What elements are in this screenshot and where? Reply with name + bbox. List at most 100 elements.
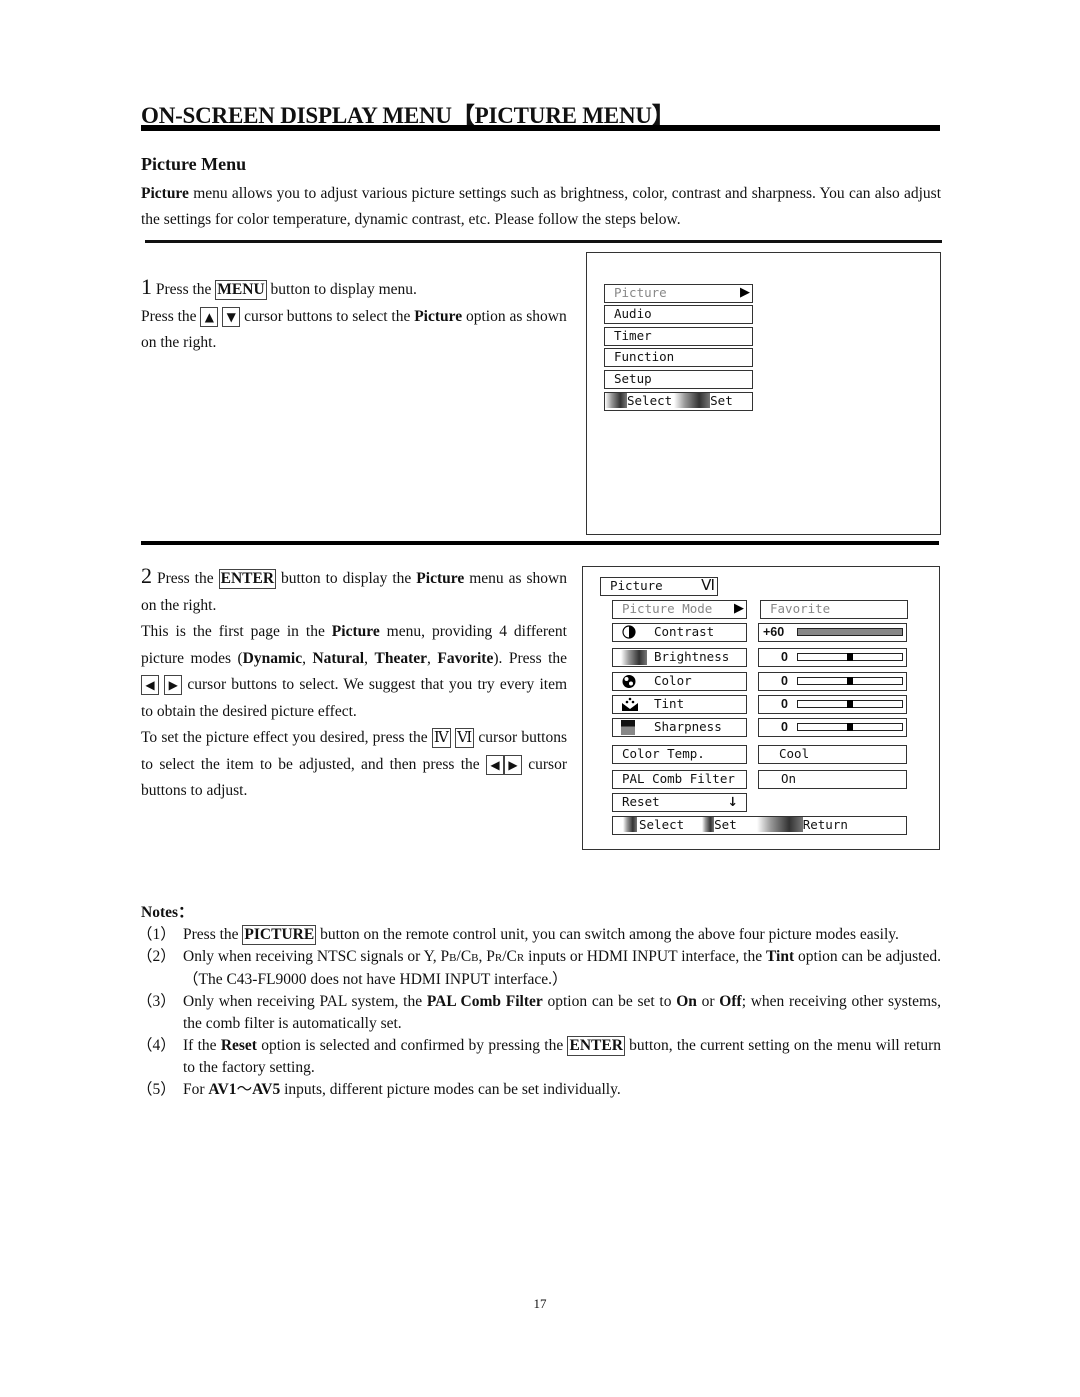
- slider-knob[interactable]: [847, 653, 853, 661]
- enter-key: ENTER: [567, 1036, 625, 1056]
- adjust-value-sharpness[interactable]: 0: [758, 718, 907, 737]
- picture-mode-item[interactable]: Picture Mode ▶: [612, 600, 747, 619]
- value-slider[interactable]: [797, 723, 903, 731]
- section-intro: Picture menu allows you to adjust variou…: [141, 181, 941, 233]
- bold-text: Reset: [220, 1037, 257, 1054]
- note-number: （3）: [137, 993, 176, 1010]
- reset-item[interactable]: Reset ↓: [612, 793, 747, 812]
- text: cursor buttons to select. We suggest tha…: [141, 676, 567, 720]
- right-arrow-icon: ▶: [740, 285, 750, 300]
- notes-title: Notes：: [141, 904, 194, 921]
- color-temp-value[interactable]: Cool: [758, 745, 907, 764]
- menu-item-label: Setup: [614, 371, 652, 386]
- text: ～: [236, 1081, 253, 1098]
- item-label: Brightness: [654, 649, 730, 664]
- text: Press the: [152, 570, 219, 587]
- pal-comb-filter-value[interactable]: On: [758, 770, 907, 789]
- bold-text: Picture: [331, 623, 380, 640]
- item-label: Color Temp.: [622, 746, 705, 761]
- menu-item-audio[interactable]: Audio: [604, 305, 753, 324]
- right-arrow-icon: ▶: [734, 601, 744, 616]
- text: button to display menu.: [266, 281, 417, 298]
- left-arrow-key-icon: ◀: [141, 675, 159, 696]
- page-number: 17: [533, 1296, 547, 1311]
- adjust-value-tint[interactable]: 0: [758, 695, 907, 714]
- text: inputs, different picture modes can be s…: [280, 1081, 621, 1098]
- menu-footer: Select Set: [604, 392, 753, 411]
- bold-text: Picture: [414, 307, 463, 325]
- contrast-icon: [621, 625, 637, 643]
- right-arrow-key-icon: ▶: [164, 675, 183, 696]
- item-label: Color: [654, 673, 692, 688]
- sharpness-icon: [621, 720, 635, 735]
- set-key-icon: [674, 393, 711, 408]
- menu-item-timer[interactable]: Timer: [604, 327, 753, 346]
- bold-text: AV1: [208, 1081, 237, 1098]
- text: Only when receiving NTSC signals or Y, P: [183, 948, 450, 965]
- adjust-item-brightness[interactable]: Brightness: [612, 648, 747, 667]
- color-icon: [621, 674, 637, 693]
- menu-item-function[interactable]: Function: [604, 348, 753, 367]
- text: If the: [183, 1037, 221, 1054]
- item-value: Cool: [779, 746, 810, 761]
- text: or: [696, 993, 720, 1010]
- item-value: 0: [781, 697, 788, 711]
- text: B: [471, 952, 479, 964]
- menu-title-label: Picture: [610, 578, 663, 593]
- text: button to display the: [276, 570, 417, 587]
- value-slider[interactable]: [797, 628, 903, 636]
- text: For: [183, 1081, 209, 1098]
- mode-theater: Theater: [374, 649, 428, 667]
- bold-text: PAL Comb Filter: [426, 993, 543, 1010]
- text: ,: [364, 649, 375, 667]
- pal-comb-filter-item[interactable]: PAL Comb Filter: [612, 770, 747, 789]
- select-key-icon: [623, 817, 637, 832]
- adjust-item-contrast[interactable]: Contrast: [612, 623, 747, 642]
- slider-knob[interactable]: [847, 677, 853, 685]
- note-number: （2）: [137, 948, 176, 965]
- footer-select-label: Select: [627, 393, 673, 408]
- page-down-icon: Ⅵ: [701, 578, 715, 594]
- text: Press the: [152, 281, 216, 298]
- adjust-value-contrast[interactable]: +60: [758, 623, 907, 642]
- item-value: 0: [781, 674, 788, 688]
- item-value: Favorite: [770, 601, 831, 616]
- item-value: +60: [763, 625, 785, 639]
- menu-item-label: Audio: [614, 306, 652, 321]
- text: Press the: [183, 926, 243, 943]
- color-temp-item[interactable]: Color Temp.: [612, 745, 747, 764]
- text: Only when receiving PAL system, the: [183, 993, 427, 1010]
- menu-item-picture[interactable]: Picture ▶: [604, 284, 753, 303]
- left-arrow-key-icon: ◀: [485, 754, 504, 775]
- mode-natural: Natural: [312, 649, 365, 667]
- tint-icon: [621, 697, 639, 716]
- note-number: （4）: [137, 1037, 176, 1054]
- footer-return-label: Return: [802, 817, 848, 832]
- value-slider[interactable]: [797, 653, 903, 661]
- menu-item-setup[interactable]: Setup: [604, 370, 753, 389]
- step-number: 1: [141, 274, 152, 299]
- value-slider[interactable]: [797, 677, 903, 685]
- reset-down-icon: ↓: [727, 794, 738, 809]
- title-rule: [141, 125, 940, 131]
- adjust-item-tint[interactable]: Tint: [612, 695, 747, 714]
- bold-text: Tint: [766, 948, 795, 965]
- slider-knob[interactable]: [847, 700, 853, 708]
- text: /C: [502, 948, 517, 965]
- note-item: （2） Only when receiving NTSC signals or Y…: [137, 946, 941, 991]
- item-label: Sharpness: [654, 719, 722, 734]
- step-1-text: 1 Press the MENU button to display menu.…: [141, 274, 581, 357]
- picture-mode-value[interactable]: Favorite: [760, 600, 908, 619]
- slider-knob[interactable]: [847, 723, 853, 731]
- adjust-value-color[interactable]: 0: [758, 672, 907, 691]
- footer-select-label: Select: [639, 817, 685, 832]
- adjust-value-brightness[interactable]: 0: [758, 648, 907, 667]
- menu-item-label: Timer: [614, 328, 652, 343]
- adjust-item-sharpness[interactable]: Sharpness: [612, 718, 747, 737]
- menu-item-label: Picture: [614, 285, 667, 300]
- note-number: （1）: [137, 926, 176, 943]
- text: button on the remote control unit, you c…: [316, 926, 899, 943]
- value-slider[interactable]: [797, 700, 903, 708]
- adjust-item-color[interactable]: Color: [612, 672, 747, 691]
- bold-text: On: [676, 993, 697, 1010]
